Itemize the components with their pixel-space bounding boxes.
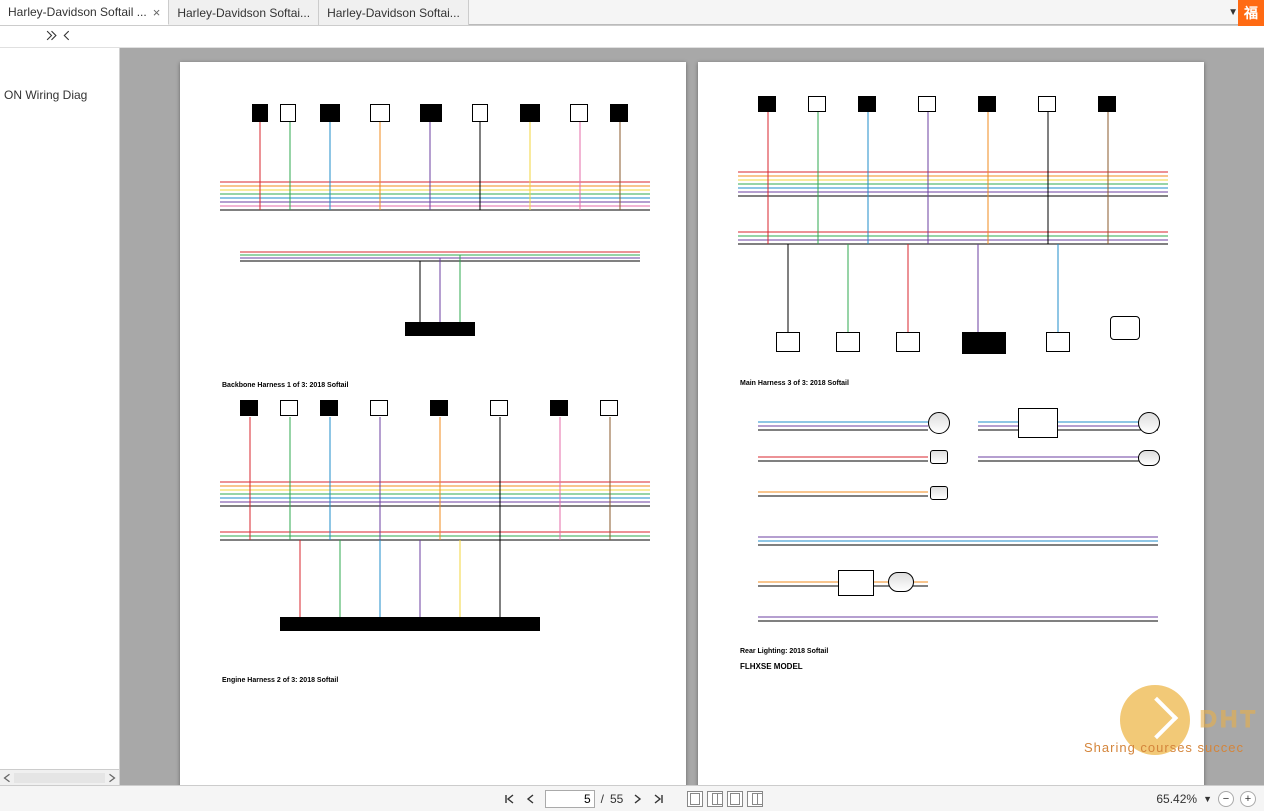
lamp-icon [1138, 412, 1160, 434]
connector [490, 400, 508, 416]
page-viewport[interactable]: Backbone Harness 1 of 3: 2018 Softail En… [120, 48, 1264, 785]
next-page-button[interactable] [629, 791, 645, 807]
two-page-view-button[interactable] [707, 791, 723, 807]
connector [280, 400, 298, 416]
connector [858, 96, 876, 112]
lamp-icon [1138, 450, 1160, 466]
close-icon[interactable]: × [153, 5, 161, 20]
connector [808, 96, 826, 112]
pdf-page-left: Backbone Harness 1 of 3: 2018 Softail En… [180, 62, 686, 785]
module [776, 332, 800, 352]
connector [570, 104, 588, 122]
tab-1[interactable]: Harley-Davidson Softail ... × [0, 0, 169, 25]
connector [320, 104, 340, 122]
connector [280, 104, 296, 122]
diagram-title: Engine Harness 2 of 3: 2018 Softail [222, 677, 338, 684]
zoom-level: 65.42% [1156, 792, 1197, 806]
connector [610, 104, 628, 122]
single-page-view-button[interactable] [687, 791, 703, 807]
module [962, 332, 1006, 354]
connector [320, 400, 338, 416]
outline-sidebar: ON Wiring Diag [0, 48, 120, 785]
scroll-left-icon[interactable] [2, 773, 12, 783]
module [1018, 408, 1058, 438]
total-pages: 55 [610, 792, 623, 806]
lamp-icon [928, 412, 950, 434]
module [838, 570, 874, 596]
module [930, 450, 948, 464]
diagram-title: Main Harness 3 of 3: 2018 Softail [740, 380, 849, 387]
module [836, 332, 860, 352]
watermark-tagline: Sharing courses succec [1084, 740, 1244, 755]
prev-section-icon[interactable] [61, 30, 72, 44]
connector [918, 96, 936, 112]
chevron-down-icon[interactable]: ▼ [1203, 794, 1212, 804]
continuous-view-button[interactable] [727, 791, 743, 807]
first-page-button[interactable] [501, 791, 517, 807]
scroll-right-icon[interactable] [107, 773, 117, 783]
next-section-icon[interactable] [46, 30, 57, 44]
connector [978, 96, 996, 112]
zoom-in-button[interactable]: + [1240, 791, 1256, 807]
module [1110, 316, 1140, 340]
tab-label: Harley-Davidson Softai... [327, 6, 460, 20]
connector [430, 400, 448, 416]
tab-2[interactable]: Harley-Davidson Softai... [169, 0, 319, 25]
continuous-two-page-view-button[interactable] [747, 791, 763, 807]
connector [520, 104, 540, 122]
connector [472, 104, 488, 122]
module [896, 332, 920, 352]
module [930, 486, 948, 500]
model-label: FLHXSE MODEL [740, 662, 803, 671]
connector [1038, 96, 1056, 112]
statusbar: / 55 65.42% ▼ − + [0, 785, 1264, 811]
wiring-diagram-right [698, 62, 1204, 785]
tab-label: Harley-Davidson Softail ... [8, 5, 147, 19]
zoom-out-button[interactable]: − [1218, 791, 1234, 807]
connector [600, 400, 618, 416]
module [1046, 332, 1070, 352]
pdf-page-right: Main Harness 3 of 3: 2018 Softail Rear L… [698, 62, 1204, 785]
connector [252, 104, 268, 122]
zoom-group: 65.42% ▼ − + [1156, 791, 1256, 807]
tab-label: Harley-Davidson Softai... [177, 6, 310, 20]
tab-3[interactable]: Harley-Davidson Softai... [319, 0, 469, 25]
lamp-icon [888, 572, 914, 592]
connector [405, 322, 475, 336]
outline-nav [0, 26, 1264, 48]
connector [370, 400, 388, 416]
sidebar-hscroll[interactable] [0, 769, 119, 785]
diagram-title: Rear Lighting: 2018 Softail [740, 648, 828, 655]
tab-bar: Harley-Davidson Softail ... × Harley-Dav… [0, 0, 1264, 26]
current-page-input[interactable] [545, 790, 595, 808]
outline-entry[interactable]: ON Wiring Diag [0, 48, 119, 106]
fu-badge[interactable]: 福 [1238, 0, 1264, 26]
connector [758, 96, 776, 112]
connector [280, 617, 540, 631]
connector [370, 104, 390, 122]
view-mode-group [687, 791, 763, 807]
diagram-title: Backbone Harness 1 of 3: 2018 Softail [222, 382, 348, 389]
connector [240, 400, 258, 416]
prev-page-button[interactable] [523, 791, 539, 807]
page-nav: / 55 [501, 790, 764, 808]
last-page-button[interactable] [651, 791, 667, 807]
page-separator: / [601, 792, 604, 806]
connector [420, 104, 442, 122]
tabs-dropdown-icon[interactable]: ▼ [1228, 0, 1238, 25]
connector [550, 400, 568, 416]
connector [1098, 96, 1116, 112]
watermark-text: DHT [1200, 706, 1258, 734]
